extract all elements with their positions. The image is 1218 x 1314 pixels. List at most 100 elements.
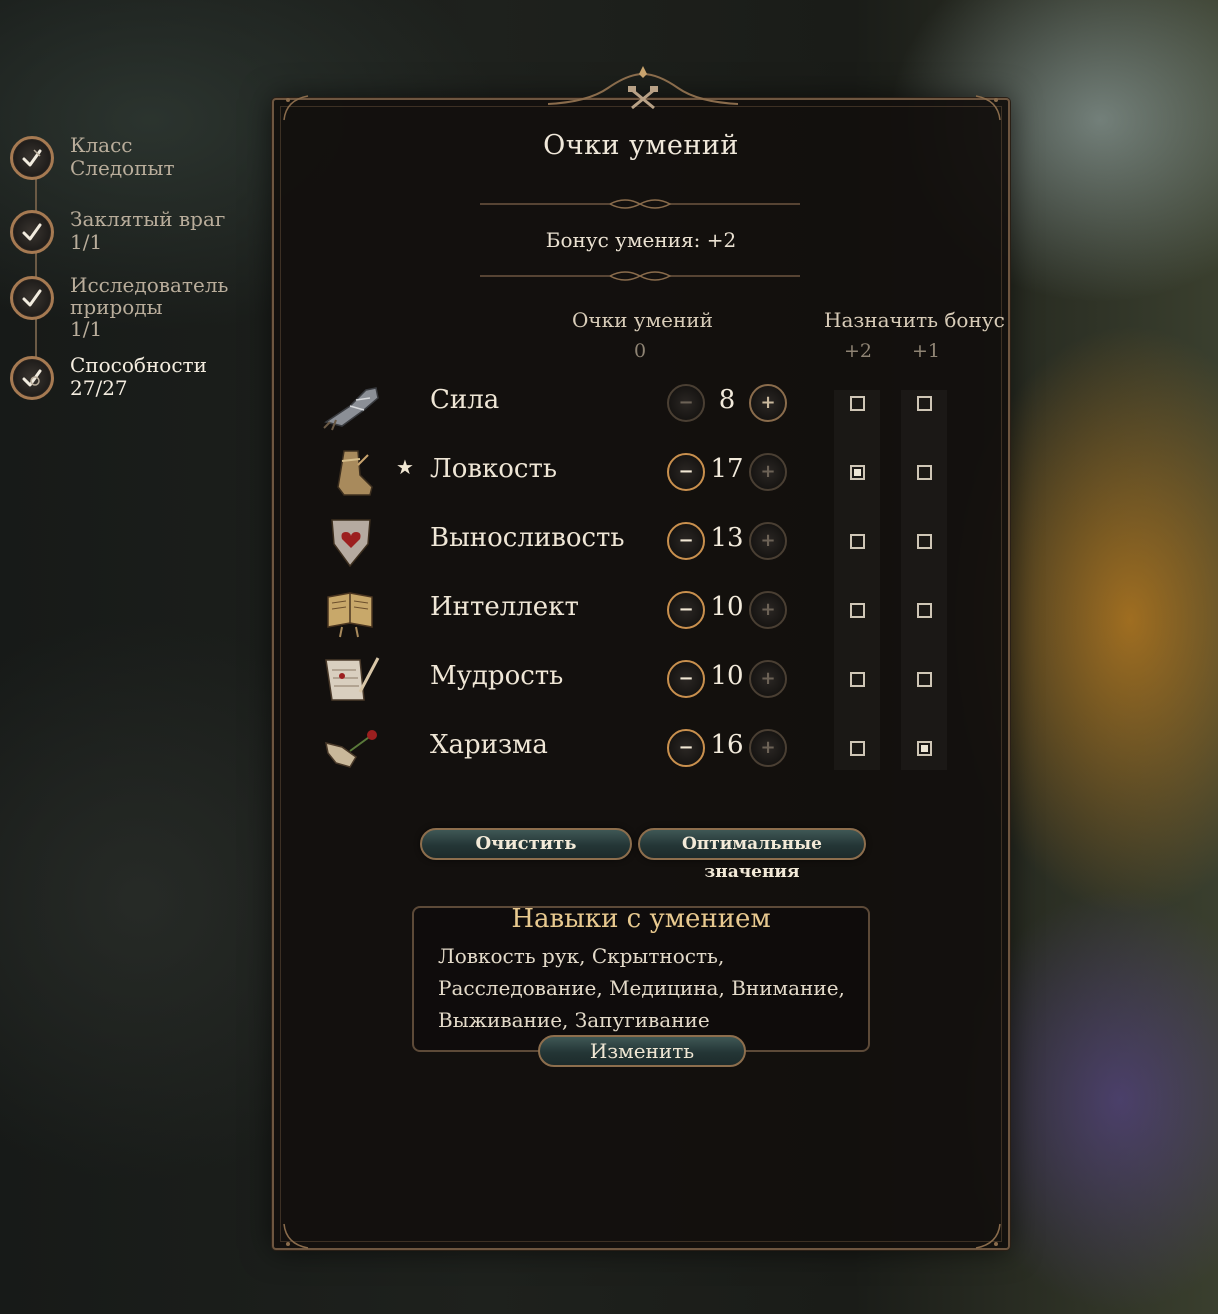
step-favored-enemy[interactable]: Заклятый враг 1/1	[10, 207, 226, 254]
points-header: Очки умений	[572, 308, 713, 332]
step-abilities-subtitle: 27/27	[70, 376, 128, 400]
minus-icon: −	[678, 737, 694, 758]
minus-icon: −	[678, 461, 694, 482]
minus-icon: −	[678, 530, 694, 551]
bonus-plus1-checkbox[interactable]	[917, 672, 932, 687]
bonus-plus2-checkbox[interactable]	[850, 534, 865, 549]
crest-ornament-icon	[548, 66, 738, 110]
decrease-button[interactable]: −	[667, 729, 705, 767]
ability-value: 10	[710, 592, 744, 622]
ability-value: 13	[710, 523, 744, 553]
ability-value: 17	[710, 454, 744, 484]
corner-ornament-icon	[283, 1223, 309, 1249]
ability-row-constitution: Выносливость − 13 +	[320, 512, 980, 572]
step-natural-explorer-title: Исследователь	[70, 273, 229, 297]
ability-name: Интеллект	[430, 592, 579, 622]
panel-title: Очки умений	[543, 130, 739, 161]
ability-name: Ловкость	[430, 454, 557, 484]
plus-icon: +	[760, 392, 776, 413]
step-natural-explorer-subtitle: 1/1	[70, 317, 103, 341]
heart-shield-icon	[331, 519, 371, 568]
points-remaining: 0	[634, 340, 647, 362]
primary-ability-star-icon: ★	[396, 455, 414, 479]
edit-skills-button[interactable]: Изменить	[538, 1035, 746, 1067]
bonus-plus2-checkbox[interactable]	[850, 396, 865, 411]
reset-button[interactable]: Очистить	[420, 828, 632, 860]
minus-icon: −	[678, 599, 694, 620]
plus-icon: +	[760, 461, 776, 482]
plus-icon: +	[760, 530, 776, 551]
bonus-plus2-checkbox[interactable]	[850, 603, 865, 618]
scroll-quill-icon	[325, 657, 380, 701]
bonus-plus1-checkbox[interactable]	[917, 534, 932, 549]
class-icon	[10, 136, 54, 180]
ability-name: Мудрость	[430, 661, 564, 691]
decrease-button[interactable]: −	[667, 660, 705, 698]
step-natural-explorer-title2: природы	[70, 295, 163, 319]
plus-icon: +	[760, 668, 776, 689]
proficiency-bonus: Бонус умения: +2	[545, 228, 737, 252]
ability-name: Выносливость	[430, 523, 625, 553]
bonus-plus1-checkbox[interactable]	[917, 603, 932, 618]
minus-icon: −	[678, 392, 694, 413]
bonus-plus2-checkbox[interactable]	[850, 741, 865, 756]
proficient-skills-list: Ловкость рук, Скрытность, Расследование,…	[438, 940, 858, 1036]
skills-line: Выживание, Запугивание	[438, 1008, 710, 1032]
step-class[interactable]: Класс Следопыт	[10, 133, 175, 180]
step-class-title: Класс	[70, 133, 133, 157]
bonus-plus1-checkbox[interactable]	[917, 396, 932, 411]
bonus-plus2-checkbox[interactable]	[850, 672, 865, 687]
check-icon	[10, 276, 54, 320]
increase-button[interactable]: +	[749, 453, 787, 491]
step-abilities[interactable]: Способности 27/27	[10, 354, 207, 400]
skills-line: Ловкость рук, Скрытность,	[438, 944, 725, 968]
decrease-button[interactable]: −	[667, 591, 705, 629]
ability-row-strength: Сила − 8 +	[320, 374, 980, 434]
ability-row-wisdom: Мудрость − 10 +	[320, 650, 980, 710]
bonus-plus1-header: +1	[912, 340, 941, 362]
corner-ornament-icon	[283, 95, 309, 121]
ability-value: 8	[718, 385, 736, 415]
ability-name: Сила	[430, 385, 500, 415]
increase-button[interactable]: +	[749, 729, 787, 767]
ability-value: 10	[710, 661, 744, 691]
step-favored-enemy-subtitle: 1/1	[70, 230, 103, 254]
check-icon	[10, 210, 54, 254]
ornament-divider	[480, 271, 800, 281]
increase-button[interactable]: +	[749, 384, 787, 422]
proficient-skills-title: Навыки с умением	[511, 904, 771, 934]
ornament-divider	[480, 199, 800, 209]
hand-rose-icon	[325, 730, 377, 768]
step-class-subtitle: Следопыт	[70, 156, 175, 180]
minus-icon: −	[678, 668, 694, 689]
assign-bonus-header: Назначить бонус	[824, 308, 1005, 332]
decrease-button[interactable]: −	[667, 384, 705, 422]
corner-ornament-icon	[975, 1223, 1001, 1249]
bonus-plus1-checkbox[interactable]	[917, 465, 932, 480]
plus-icon: +	[760, 599, 776, 620]
increase-button[interactable]: +	[749, 522, 787, 560]
step-natural-explorer[interactable]: Исследователь природы 1/1	[10, 273, 229, 341]
step-favored-enemy-title: Заклятый враг	[70, 207, 226, 231]
increase-button[interactable]: +	[749, 591, 787, 629]
bonus-plus2-header: +2	[844, 340, 873, 362]
boot-icon	[337, 450, 373, 496]
corner-ornament-icon	[975, 95, 1001, 121]
decrease-button[interactable]: −	[667, 522, 705, 560]
abilities-icon	[10, 356, 54, 400]
ability-row-intelligence: Интеллект − 10 +	[320, 581, 980, 641]
plus-icon: +	[760, 737, 776, 758]
bonus-plus2-checkbox[interactable]	[850, 465, 865, 480]
skills-line: Расследование, Медицина, Внимание,	[438, 976, 845, 1000]
ability-value: 16	[710, 730, 744, 760]
optimal-values-button[interactable]: Оптимальные значения	[638, 828, 866, 882]
steps-connector	[35, 164, 37, 374]
gauntlet-icon	[323, 387, 379, 431]
book-icon	[327, 592, 373, 638]
ability-name: Харизма	[430, 730, 548, 760]
decrease-button[interactable]: −	[667, 453, 705, 491]
bonus-plus1-checkbox[interactable]	[917, 741, 932, 756]
increase-button[interactable]: +	[749, 660, 787, 698]
ability-row-charisma: Харизма − 16 +	[320, 719, 980, 779]
ability-row-dexterity: ★ Ловкость − 17 +	[320, 443, 980, 503]
